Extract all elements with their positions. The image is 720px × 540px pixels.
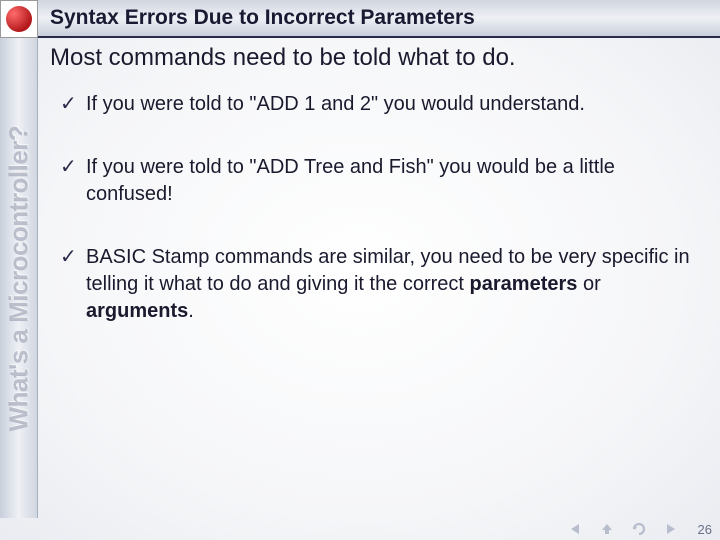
logo — [0, 0, 38, 38]
check-icon: ✓ — [60, 154, 77, 181]
bullet-list: ✓ If you were told to "ADD 1 and 2" you … — [50, 91, 696, 325]
bullet-text: If you were told to "ADD 1 and 2" you wo… — [86, 93, 585, 115]
slide: Syntax Errors Due to Incorrect Parameter… — [0, 0, 720, 540]
sidebar-label: What's a Microcontroller? — [3, 125, 34, 431]
intro-text: Most commands need to be told what to do… — [50, 42, 696, 73]
nav-home-button[interactable] — [596, 521, 618, 537]
triangle-left-icon — [568, 522, 582, 536]
list-item: ✓ If you were told to "ADD Tree and Fish… — [60, 154, 696, 208]
logo-apple — [6, 6, 32, 32]
bullet-bold: arguments — [86, 300, 188, 322]
bullet-text: If you were told to "ADD Tree and Fish" … — [86, 156, 615, 205]
list-item: ✓ BASIC Stamp commands are similar, you … — [60, 244, 696, 325]
page-number: 26 — [692, 522, 712, 537]
loop-icon — [631, 522, 647, 536]
content-area: Most commands need to be told what to do… — [50, 42, 696, 510]
triangle-right-icon — [664, 522, 678, 536]
bullet-text: . — [188, 300, 194, 322]
check-icon: ✓ — [60, 91, 77, 118]
nav-loop-button[interactable] — [628, 521, 650, 537]
list-item: ✓ If you were told to "ADD 1 and 2" you … — [60, 91, 696, 118]
nav-next-button[interactable] — [660, 521, 682, 537]
footer: 26 — [0, 518, 720, 540]
bullet-bold: parameters — [470, 273, 578, 295]
sidebar: What's a Microcontroller? — [0, 38, 38, 518]
bullet-text: or — [577, 273, 600, 295]
page-title: Syntax Errors Due to Incorrect Parameter… — [50, 6, 475, 30]
header: Syntax Errors Due to Incorrect Parameter… — [0, 0, 720, 38]
title-bar: Syntax Errors Due to Incorrect Parameter… — [38, 0, 720, 38]
home-up-icon — [600, 522, 614, 536]
check-icon: ✓ — [60, 244, 77, 271]
nav-prev-button[interactable] — [564, 521, 586, 537]
